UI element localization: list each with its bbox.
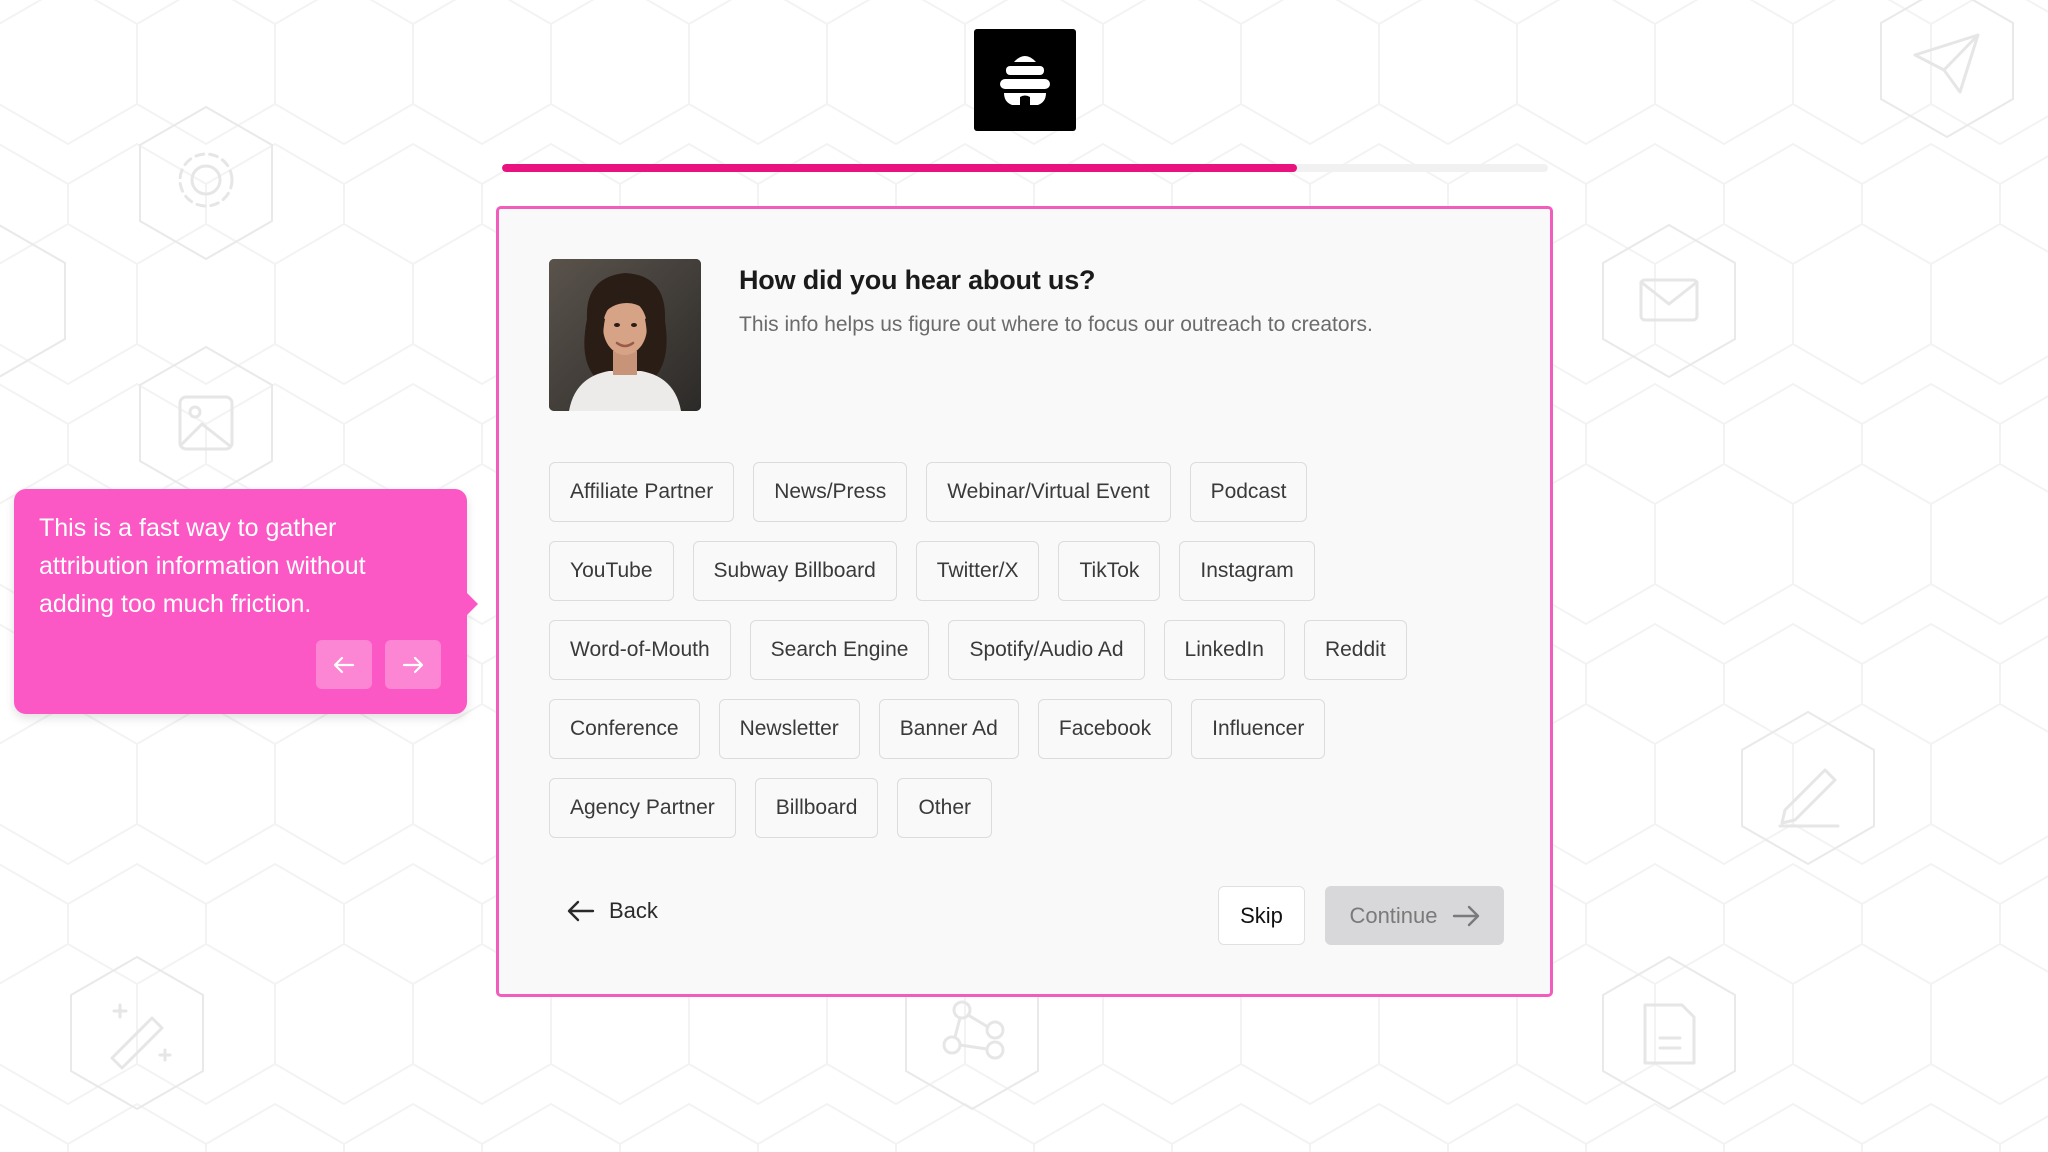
back-button[interactable]: Back (567, 891, 658, 931)
avatar (549, 259, 701, 411)
question-subtitle: This info helps us figure out where to f… (739, 313, 1373, 336)
option-word-of-mouth[interactable]: Word-of-Mouth (549, 620, 731, 680)
option-podcast[interactable]: Podcast (1189, 462, 1308, 522)
option-linkedin[interactable]: LinkedIn (1163, 620, 1285, 680)
arrow-left-icon (567, 900, 595, 922)
onboarding-screen: How did you hear about us? This info hel… (0, 0, 2048, 1152)
option-influencer[interactable]: Influencer (1191, 699, 1326, 759)
option-instagram[interactable]: Instagram (1179, 541, 1315, 601)
options-row: Agency Partner Billboard Other (549, 778, 1529, 838)
tooltip-next-button[interactable] (385, 640, 441, 689)
option-tiktok[interactable]: TikTok (1058, 541, 1161, 601)
option-search-engine[interactable]: Search Engine (749, 620, 930, 680)
arrow-right-icon (402, 656, 424, 673)
option-billboard[interactable]: Billboard (754, 778, 879, 838)
options-row: Word-of-Mouth Search Engine Spotify/Audi… (549, 620, 1529, 680)
option-banner-ad[interactable]: Banner Ad (878, 699, 1019, 759)
option-news-press[interactable]: News/Press (753, 462, 908, 522)
tooltip-text: This is a fast way to gather attribution… (39, 514, 366, 618)
option-webinar-virtual-event[interactable]: Webinar/Virtual Event (926, 462, 1171, 522)
option-youtube[interactable]: YouTube (549, 541, 674, 601)
avatar-portrait (549, 259, 701, 411)
continue-button[interactable]: Continue (1325, 886, 1504, 945)
question-title: How did you hear about us? (739, 265, 1096, 295)
continue-label: Continue (1349, 902, 1438, 928)
arrow-right-icon (1452, 905, 1479, 926)
progress-bar (502, 164, 1548, 172)
option-reddit[interactable]: Reddit (1303, 620, 1407, 680)
arrow-left-icon (333, 656, 355, 673)
back-label: Back (609, 898, 658, 923)
option-facebook[interactable]: Facebook (1037, 699, 1173, 759)
options-row: Affiliate Partner News/Press Webinar/Vir… (549, 462, 1529, 522)
options-row: YouTube Subway Billboard Twitter/X TikTo… (549, 541, 1529, 601)
option-other[interactable]: Other (897, 778, 992, 838)
option-newsletter[interactable]: Newsletter (718, 699, 860, 759)
option-conference[interactable]: Conference (549, 699, 700, 759)
option-subway-billboard[interactable]: Subway Billboard (692, 541, 897, 601)
source-options: Affiliate Partner News/Press Webinar/Vir… (549, 462, 1529, 857)
beehive-icon (1000, 56, 1050, 105)
option-spotify-audio-ad[interactable]: Spotify/Audio Ad (948, 620, 1145, 680)
option-affiliate-partner[interactable]: Affiliate Partner (549, 462, 735, 522)
progress-fill (502, 164, 1297, 172)
tooltip-prev-button[interactable] (316, 640, 372, 689)
option-agency-partner[interactable]: Agency Partner (549, 778, 736, 838)
option-twitter-x[interactable]: Twitter/X (915, 541, 1040, 601)
tour-tooltip: This is a fast way to gather attribution… (14, 489, 478, 714)
beehive-logo (974, 29, 1076, 131)
skip-button[interactable]: Skip (1218, 886, 1305, 945)
question-card: How did you hear about us? This info hel… (496, 206, 1553, 997)
options-row: Conference Newsletter Banner Ad Facebook… (549, 699, 1529, 759)
